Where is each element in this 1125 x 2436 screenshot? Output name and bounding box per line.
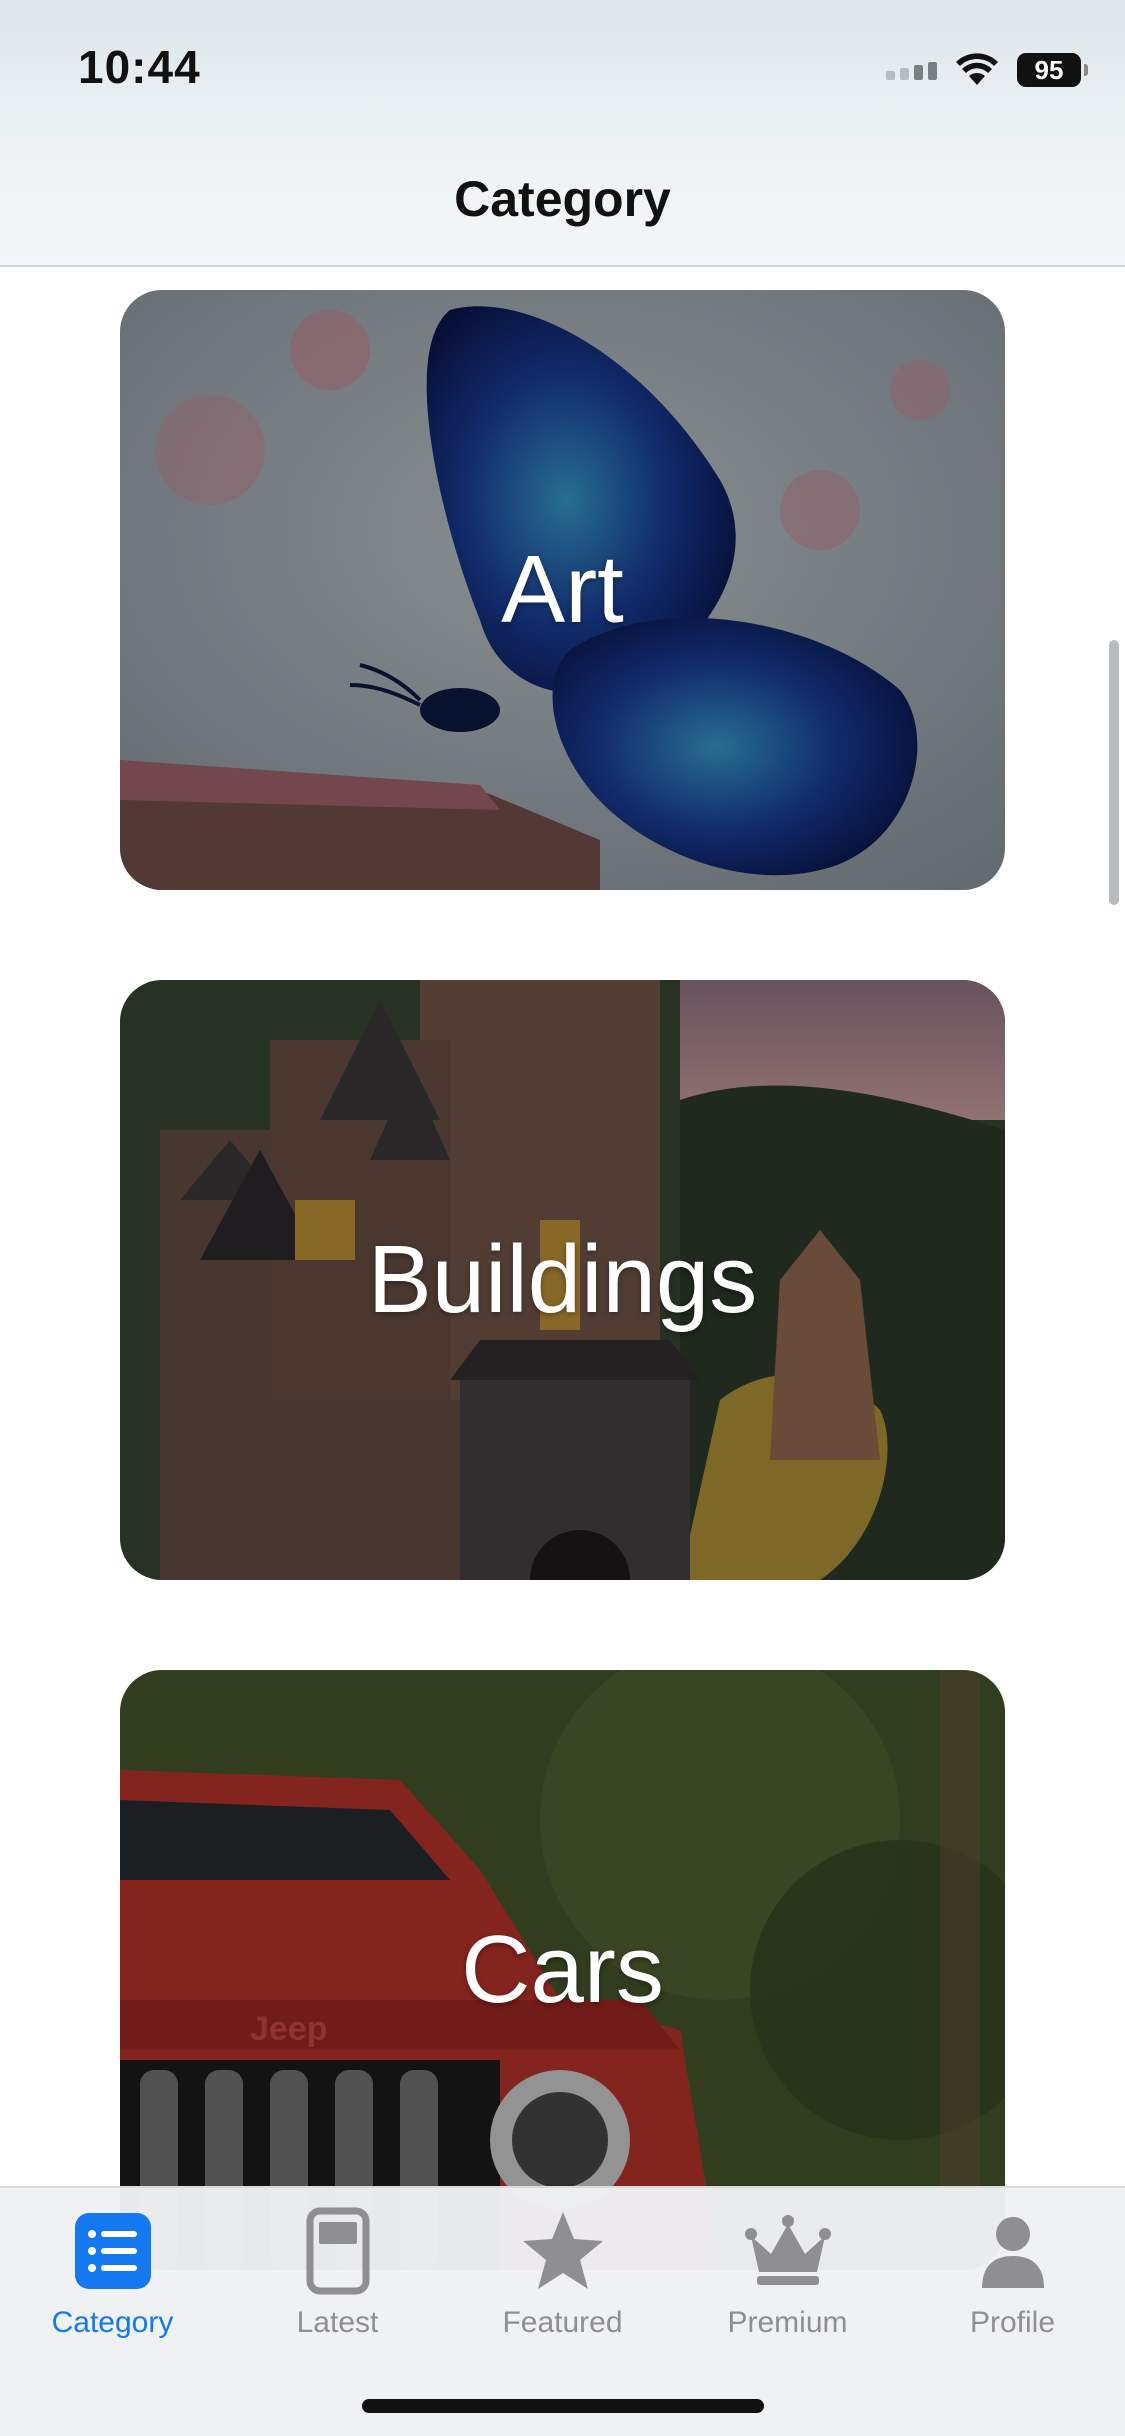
category-card-art[interactable]: Art [120, 290, 1005, 890]
cellular-signal-icon [886, 60, 937, 80]
battery-level: 95 [1034, 54, 1064, 85]
tab-category[interactable]: Category [0, 2206, 225, 2356]
tab-label: Category [51, 2306, 174, 2339]
home-indicator[interactable] [362, 2399, 764, 2413]
battery-icon: 95 [1017, 53, 1088, 87]
tab-label: Premium [727, 2306, 848, 2339]
tab-profile[interactable]: Profile [900, 2206, 1125, 2356]
tab-latest[interactable]: Latest [225, 2206, 450, 2356]
tab-label: Latest [296, 2306, 379, 2339]
tab-premium[interactable]: Premium [675, 2206, 900, 2356]
category-card-cars[interactable]: Jeep Cars [120, 1670, 1005, 2270]
status-time: 10:44 [78, 41, 201, 93]
category-card-buildings[interactable]: Buildings [120, 980, 1005, 1580]
category-label: Buildings [367, 1226, 758, 1333]
star-icon [522, 2212, 603, 2289]
status-icons: 95 [886, 48, 1088, 92]
crown-icon [744, 2215, 831, 2285]
nav-header: 10:44 95 Category [0, 0, 1125, 267]
page-title: Category [454, 171, 671, 227]
tab-featured[interactable]: Featured [450, 2206, 675, 2356]
category-label: Cars [461, 1916, 664, 2023]
tablet-icon [306, 2207, 369, 2295]
category-label: Art [501, 536, 624, 643]
tab-bar: Category Latest Featured Premium Profile [0, 2186, 1125, 2436]
person-icon [981, 2217, 1044, 2288]
scroll-indicator[interactable] [1109, 640, 1119, 905]
wifi-icon [956, 53, 998, 85]
category-screen: 10:44 95 Category Art Buildings Jeep Car… [0, 0, 1125, 2436]
tab-label: Profile [969, 2306, 1056, 2339]
tab-label: Featured [502, 2306, 623, 2339]
list-icon [74, 2213, 151, 2289]
